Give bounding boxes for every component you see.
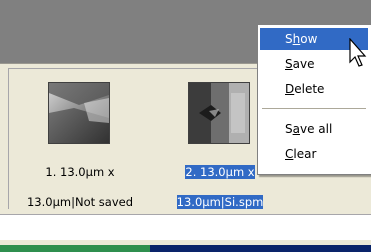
menu-item-label: Save all	[285, 122, 333, 136]
caption-line-1: 1. 13.0µm x	[45, 165, 115, 179]
menu-item-label: Save	[285, 57, 315, 71]
thumbnail-item-1[interactable]: 1. 13.0µm x 13.0µm|Not saved	[24, 82, 136, 209]
taskbar-strip	[150, 245, 371, 252]
caption-line-2: 13.0µm|Si.spm	[176, 195, 264, 209]
arrow-pointer-icon	[348, 37, 370, 70]
caption-line-2: 13.0µm|Not saved	[26, 195, 134, 209]
menu-item-label: Delete	[285, 82, 325, 96]
scan-image-thumbnail-1[interactable]	[48, 82, 110, 144]
menu-item-delete[interactable]: Delete	[260, 78, 368, 100]
menu-separator	[262, 108, 366, 109]
menu-item-label: Show	[285, 32, 318, 46]
progress-indicator	[0, 245, 150, 252]
caption-line-1: 2. 13.0µm x	[185, 165, 255, 179]
bottom-input-bar[interactable]	[0, 214, 371, 241]
menu-item-label: Clear	[285, 147, 317, 161]
menu-item-save-all[interactable]: Save all	[260, 118, 368, 140]
menu-item-clear[interactable]: Clear	[260, 143, 368, 165]
scan-image-thumbnail-2[interactable]	[188, 82, 250, 144]
